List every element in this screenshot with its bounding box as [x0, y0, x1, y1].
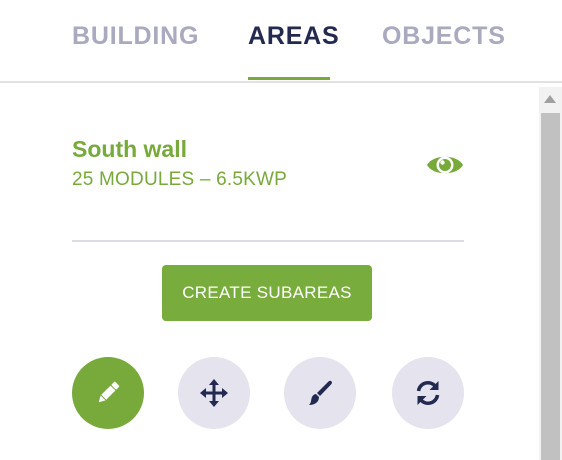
active-tab-indicator — [248, 77, 330, 80]
section-divider — [72, 240, 464, 242]
tab-areas[interactable]: AREAS — [248, 22, 340, 58]
eye-icon[interactable] — [426, 149, 464, 181]
move-arrows-icon — [200, 379, 228, 407]
edit-tool-button[interactable] — [72, 357, 144, 429]
paint-tool-button[interactable] — [284, 357, 356, 429]
refresh-tool-button[interactable] — [392, 357, 464, 429]
area-title: South wall — [72, 136, 187, 162]
tab-bar: BUILDING AREAS OBJECTS — [0, 0, 562, 83]
area-summary: 25 MODULES – 6.5KWP — [72, 169, 287, 190]
tab-objects[interactable]: OBJECTS — [382, 22, 506, 58]
move-tool-button[interactable] — [178, 357, 250, 429]
tab-building[interactable]: BUILDING — [72, 22, 199, 58]
scroll-up-arrow-icon[interactable] — [539, 87, 562, 111]
refresh-icon — [416, 381, 440, 405]
paint-brush-icon — [309, 380, 332, 405]
pencil-icon — [98, 381, 120, 403]
create-subareas-button[interactable]: CREATE SUBAREAS — [162, 265, 372, 321]
scrollbar-thumb[interactable] — [541, 113, 560, 460]
vertical-scrollbar[interactable] — [539, 87, 562, 460]
areas-panel: BUILDING AREAS OBJECTS South wall 25 MOD… — [0, 0, 562, 460]
